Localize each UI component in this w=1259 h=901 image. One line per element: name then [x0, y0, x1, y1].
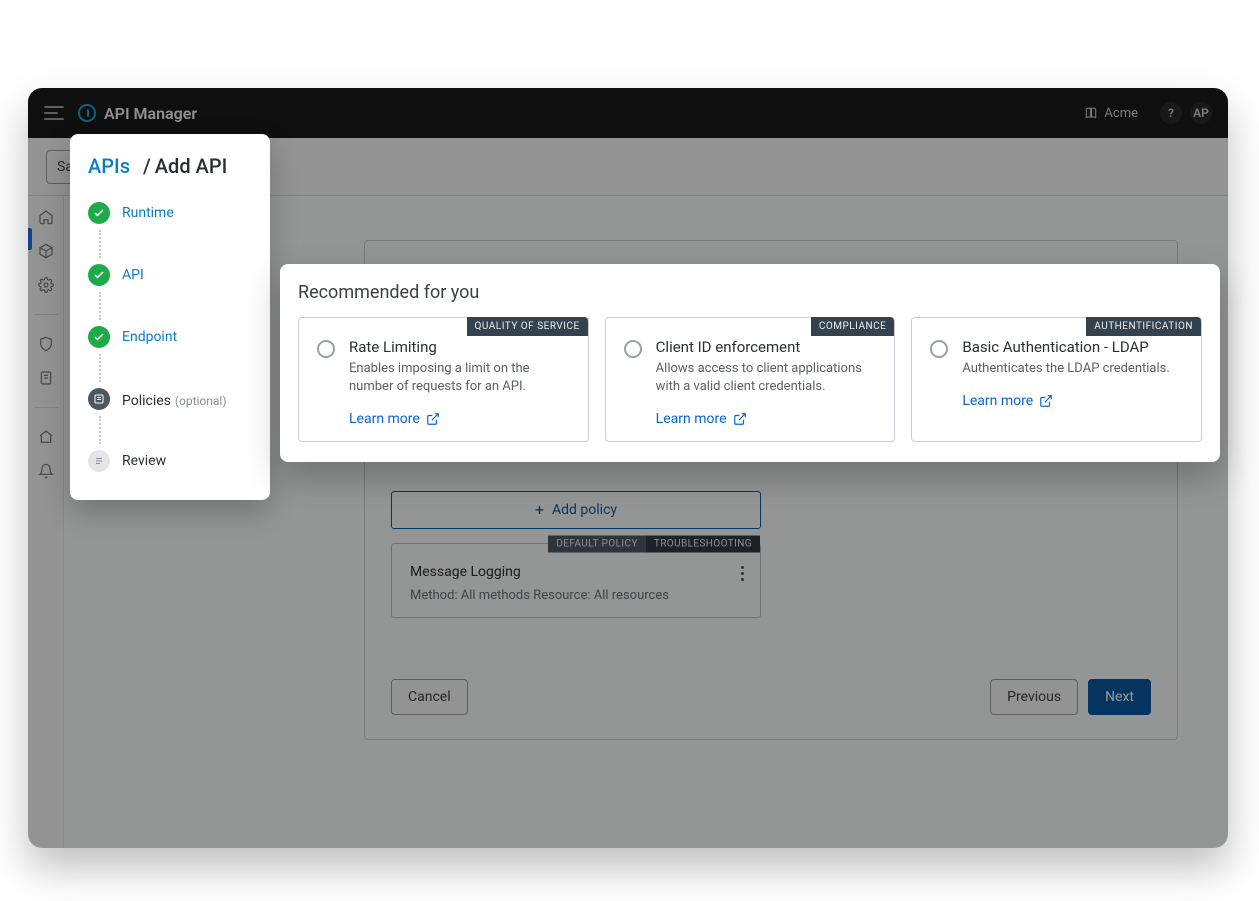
breadcrumb-separator: / [135, 154, 155, 178]
check-icon [88, 202, 110, 224]
doc-icon[interactable] [37, 369, 55, 387]
check-icon [88, 264, 110, 286]
learn-more-link[interactable]: Learn more [962, 393, 1053, 409]
reco-card-title: Client ID enforcement [656, 338, 877, 356]
home-alt-icon[interactable] [37, 428, 55, 446]
applied-policy-name: Message Logging [410, 564, 744, 580]
reco-card-desc: Enables imposing a limit on the number o… [349, 360, 570, 396]
external-link-icon [733, 412, 747, 426]
reco-card-desc: Authenticates the LDAP credentials. [962, 360, 1169, 378]
tag-troubleshooting: TROUBLESHOOTING [646, 536, 760, 553]
plus-icon: + [535, 502, 544, 518]
logo-icon [78, 104, 96, 122]
reco-card-desc: Allows access to client applications wit… [656, 360, 877, 396]
rail-active-indicator [28, 228, 32, 250]
external-link-icon [426, 412, 440, 426]
policies-step-icon [88, 388, 110, 410]
home-icon[interactable] [37, 208, 55, 226]
applied-policy-meta: Method: All methods Resource: All resour… [410, 588, 744, 603]
panel-footer: Cancel Previous Next [391, 639, 1151, 715]
add-policy-button[interactable]: + Add policy [391, 491, 761, 529]
learn-more-link[interactable]: Learn more [349, 411, 440, 427]
review-step-icon [88, 450, 110, 472]
step-runtime[interactable]: Runtime [88, 196, 252, 230]
topbar: API Manager Acme ? AP [28, 88, 1228, 138]
previous-button[interactable]: Previous [990, 679, 1078, 715]
radio-input[interactable] [317, 340, 335, 358]
breadcrumb-root[interactable]: APIs [88, 154, 130, 178]
gear-icon[interactable] [37, 276, 55, 294]
reco-card-title: Rate Limiting [349, 338, 570, 356]
menu-icon[interactable] [44, 106, 64, 120]
cancel-button[interactable]: Cancel [391, 679, 468, 715]
reco-card-ldap[interactable]: AUTHENTIFICATION Basic Authentication - … [911, 317, 1202, 442]
avatar[interactable]: AP [1190, 102, 1212, 124]
recommended-panel: Recommended for you QUALITY OF SERVICE R… [280, 264, 1220, 462]
wizard-steps-popover: APIs /Add API Runtime API Endpoint [70, 134, 270, 500]
tag-default-policy: DEFAULT POLICY [548, 536, 646, 553]
applied-policy-card[interactable]: DEFAULT POLICY TROUBLESHOOTING Message L… [391, 543, 761, 618]
help-button[interactable]: ? [1160, 102, 1182, 124]
radio-input[interactable] [624, 340, 642, 358]
recommended-title: Recommended for you [298, 282, 1202, 303]
step-api[interactable]: API [88, 258, 252, 292]
reco-tag: AUTHENTIFICATION [1086, 317, 1201, 336]
reco-card-rate-limiting[interactable]: QUALITY OF SERVICE Rate Limiting Enables… [298, 317, 589, 442]
check-icon [88, 326, 110, 348]
next-button[interactable]: Next [1088, 679, 1151, 715]
radio-input[interactable] [930, 340, 948, 358]
app-title: API Manager [104, 104, 197, 123]
step-endpoint[interactable]: Endpoint [88, 320, 252, 354]
step-review[interactable]: Review [88, 444, 252, 478]
reco-tag: COMPLIANCE [811, 317, 894, 336]
org-icon [1084, 106, 1098, 120]
reco-card-client-id[interactable]: COMPLIANCE Client ID enforcement Allows … [605, 317, 896, 442]
bell-icon[interactable] [37, 462, 55, 480]
policy-tags: DEFAULT POLICY TROUBLESHOOTING [548, 536, 760, 553]
org-name: Acme [1104, 106, 1138, 121]
shield-icon[interactable] [37, 335, 55, 353]
cube-icon[interactable] [37, 242, 55, 260]
policy-kebab-menu[interactable] [734, 566, 750, 581]
step-policies[interactable]: Policies (optional) [88, 382, 252, 416]
reco-tag: QUALITY OF SERVICE [467, 317, 588, 336]
breadcrumb: APIs /Add API [88, 154, 252, 178]
breadcrumb-current: Add API [155, 154, 227, 178]
nav-rail [28, 196, 64, 848]
external-link-icon [1039, 394, 1053, 408]
add-policy-label: Add policy [552, 502, 617, 518]
learn-more-link[interactable]: Learn more [656, 411, 747, 427]
org-switcher[interactable]: Acme [1084, 106, 1138, 121]
reco-card-title: Basic Authentication - LDAP [962, 338, 1169, 356]
